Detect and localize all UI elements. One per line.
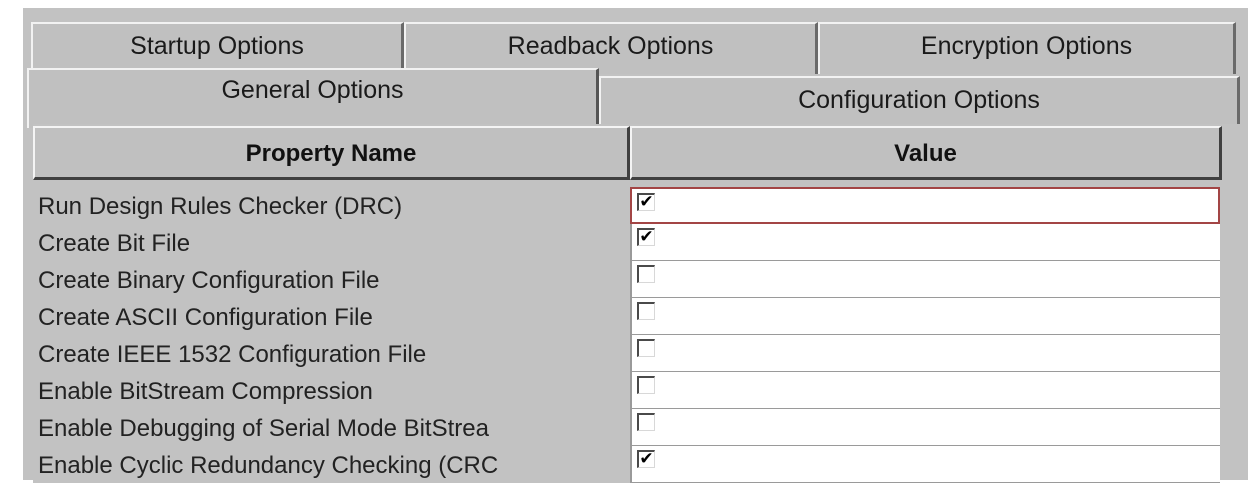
property-value-cell[interactable]: [630, 335, 1220, 372]
table-row: Create IEEE 1532 Configuration File: [33, 335, 1223, 372]
checkbox[interactable]: ✔: [637, 193, 655, 211]
checkbox[interactable]: ✔: [637, 450, 655, 468]
property-name-cell: Create Bit File: [33, 224, 630, 261]
table-row: Create ASCII Configuration File: [33, 298, 1223, 335]
property-name-cell: Run Design Rules Checker (DRC): [33, 187, 630, 224]
property-name-cell: Create ASCII Configuration File: [33, 298, 630, 335]
checkbox[interactable]: [637, 413, 655, 431]
tab-label: General Options: [221, 76, 404, 104]
checkbox[interactable]: [637, 339, 655, 357]
tab-readback-options[interactable]: Readback Options: [404, 22, 818, 74]
property-value-cell[interactable]: [630, 261, 1220, 298]
property-table: Property Name Value Run Design Rules Che…: [33, 124, 1248, 483]
checkbox[interactable]: [637, 265, 655, 283]
check-icon: ✔: [639, 227, 654, 247]
tab-encryption-options[interactable]: Encryption Options: [818, 22, 1236, 74]
check-icon: ✔: [639, 449, 654, 469]
check-icon: ✔: [639, 192, 654, 212]
table-row: Enable BitStream Compression: [33, 372, 1223, 409]
property-value-cell[interactable]: [630, 409, 1220, 446]
column-header-property-name[interactable]: Property Name: [33, 126, 630, 180]
property-value-cell[interactable]: [630, 298, 1220, 335]
table-row: Enable Cyclic Redundancy Checking (CRC ✔: [33, 446, 1223, 483]
table-row: Enable Debugging of Serial Mode BitStrea: [33, 409, 1223, 446]
tab-startup-options[interactable]: Startup Options: [31, 22, 404, 74]
property-name-cell: Enable BitStream Compression: [33, 372, 630, 409]
checkbox[interactable]: [637, 302, 655, 320]
tab-label: Startup Options: [130, 32, 304, 60]
property-value-cell[interactable]: [630, 372, 1220, 409]
table-row: Create Binary Configuration File: [33, 261, 1223, 298]
property-name-cell: Enable Debugging of Serial Mode BitStrea: [33, 409, 630, 446]
column-header-value[interactable]: Value: [630, 126, 1222, 180]
property-name-cell: Enable Cyclic Redundancy Checking (CRC: [33, 446, 630, 483]
tab-configuration-options[interactable]: Configuration Options: [599, 76, 1240, 124]
property-value-cell[interactable]: ✔: [630, 446, 1220, 483]
tab-label: Encryption Options: [920, 32, 1133, 60]
table-row: Create Bit File ✔: [33, 224, 1223, 261]
property-value-cell[interactable]: ✔: [630, 224, 1220, 261]
tab-general-options[interactable]: General Options: [27, 68, 599, 128]
table-row: Run Design Rules Checker (DRC) ✔: [33, 187, 1223, 224]
property-name-cell: Create IEEE 1532 Configuration File: [33, 335, 630, 372]
tab-label: Configuration Options: [798, 86, 1040, 114]
tab-label: Readback Options: [507, 32, 714, 60]
checkbox[interactable]: [637, 376, 655, 394]
property-name-cell: Create Binary Configuration File: [33, 261, 630, 298]
property-value-cell[interactable]: ✔: [630, 187, 1220, 224]
checkbox[interactable]: ✔: [637, 228, 655, 246]
